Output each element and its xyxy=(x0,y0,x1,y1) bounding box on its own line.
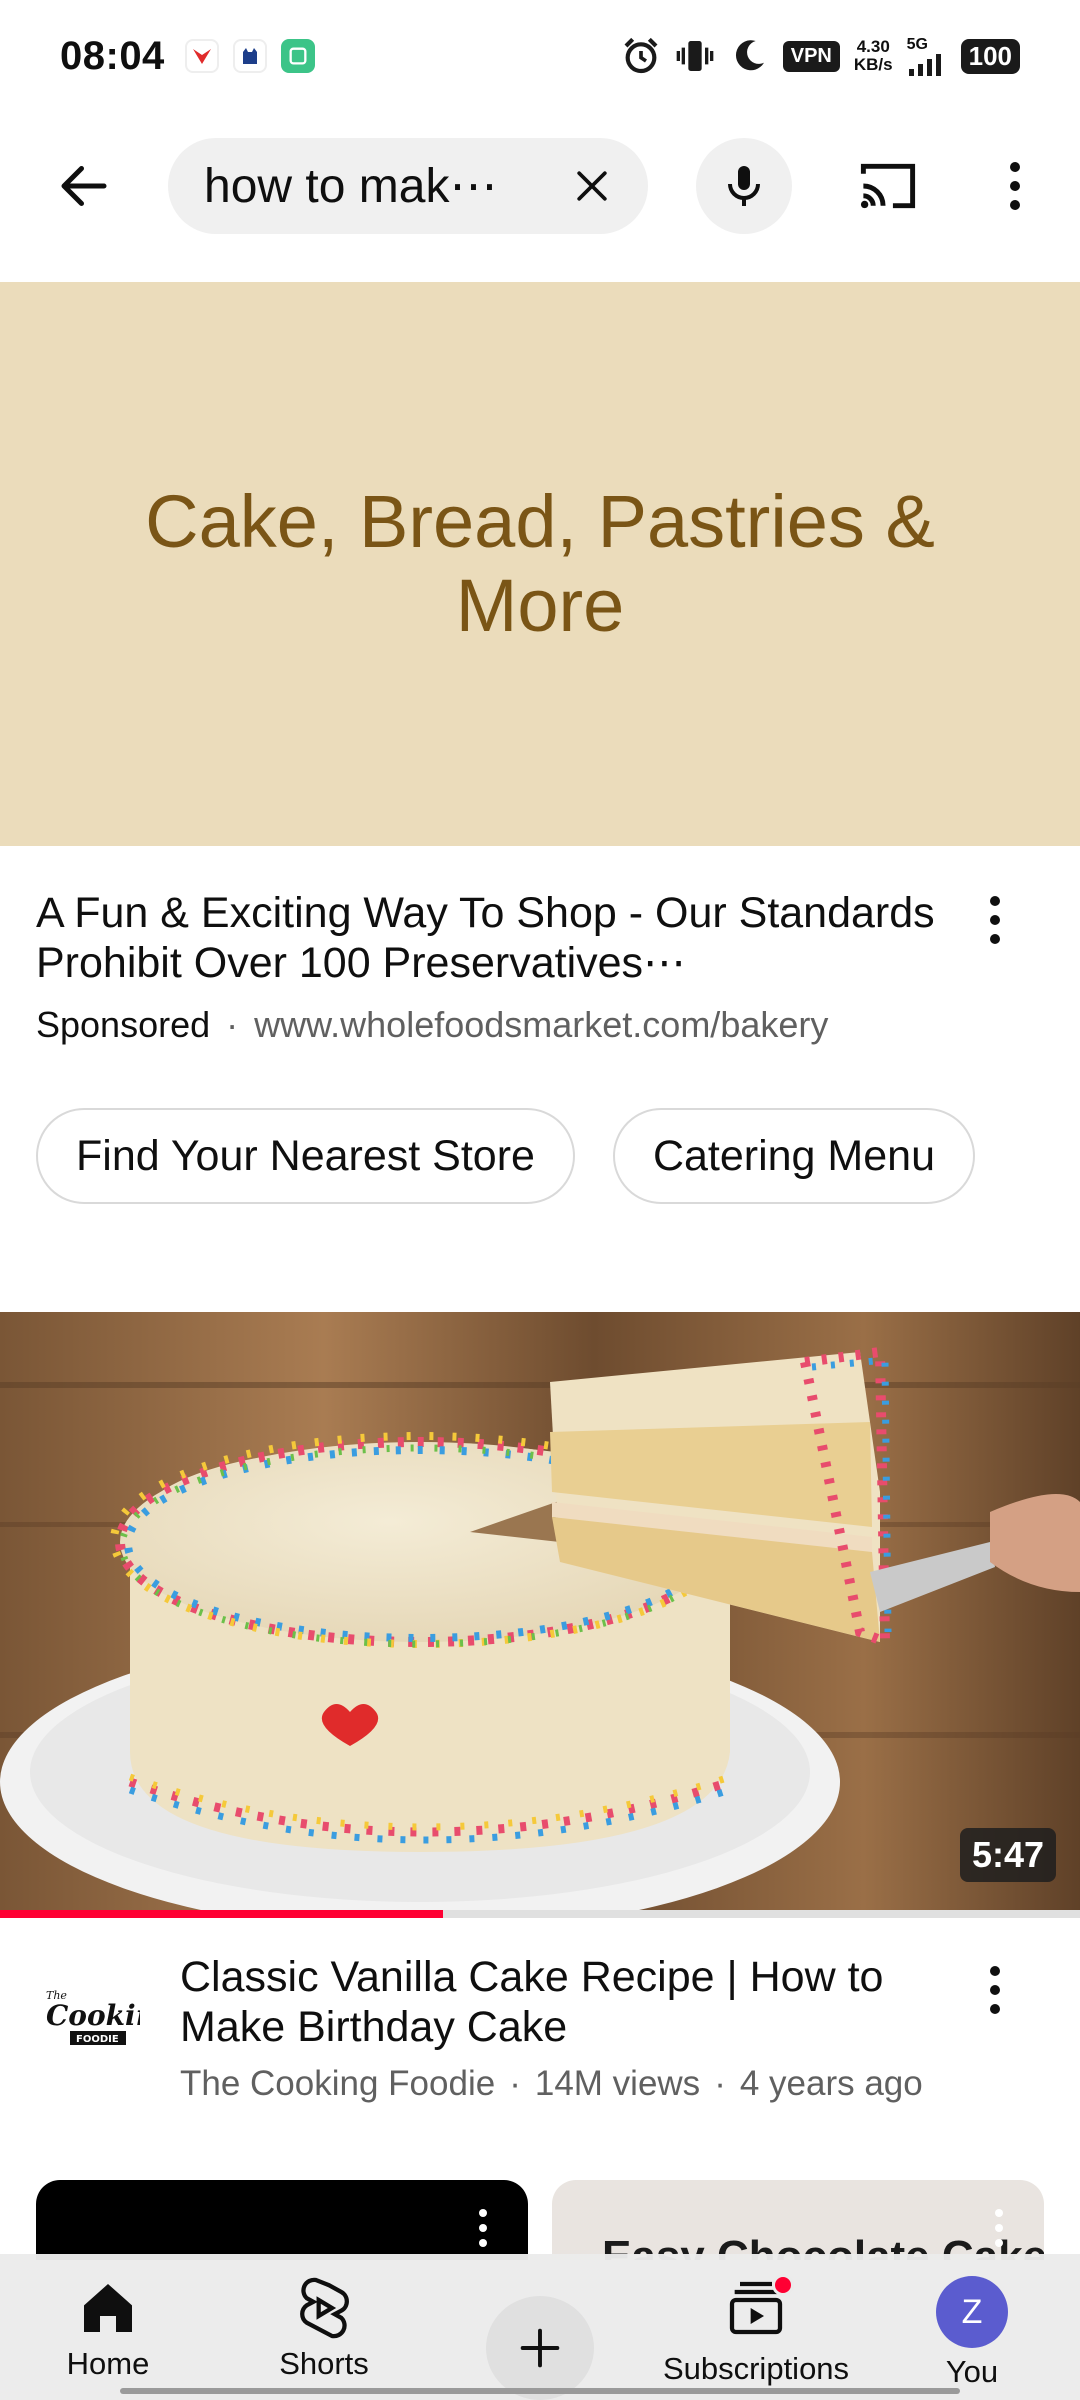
moon-icon xyxy=(735,40,764,71)
network-speed: 4.30 KB/s xyxy=(854,38,893,74)
sponsored-label: Sponsored xyxy=(36,1004,211,1045)
view-count: 14M views xyxy=(534,2064,701,2103)
alarm-icon xyxy=(624,37,658,74)
more-vert-icon xyxy=(990,1966,1000,2014)
cast-button[interactable] xyxy=(848,154,928,218)
gesture-handle[interactable] xyxy=(120,2388,960,2394)
status-bar: 08:04 VPN 4.30 KB/s 5G 100 xyxy=(0,0,1080,112)
home-icon xyxy=(84,2284,132,2332)
search-query[interactable]: how to mak⋯ xyxy=(204,158,497,214)
ad-action-chips: Find Your Nearest Store Catering Menu xyxy=(36,1108,975,1204)
nav-create[interactable] xyxy=(432,2254,648,2400)
video-duration-badge: 5:47 xyxy=(959,1828,1056,1882)
subscriptions-icon-wrap xyxy=(724,2274,794,2345)
clear-search-button[interactable] xyxy=(562,156,622,216)
nav-you[interactable]: Z You xyxy=(864,2254,1080,2400)
nav-subscriptions[interactable]: Subscriptions xyxy=(648,2254,864,2400)
new-content-dot xyxy=(772,2274,794,2296)
video-thumbnail[interactable]: 5:47 xyxy=(0,1312,1080,1912)
more-vert-icon xyxy=(1010,162,1020,210)
back-button[interactable] xyxy=(44,154,124,218)
video-meta: The Cooking Foodie · 14M views · 4 years… xyxy=(180,2064,923,2104)
nav-shorts[interactable]: Shorts xyxy=(216,2254,432,2400)
search-box[interactable]: how to mak⋯ xyxy=(168,138,648,234)
nav-label-shorts: Shorts xyxy=(279,2346,369,2381)
ad-more-button[interactable] xyxy=(970,890,1020,950)
net-speed-value: 4.30 xyxy=(856,37,890,56)
more-vert-icon[interactable] xyxy=(994,2208,1004,2248)
mic-icon xyxy=(728,166,760,206)
nav-home[interactable]: Home xyxy=(0,2254,216,2400)
battery-indicator: 100 xyxy=(960,38,1020,74)
create-plus-icon xyxy=(520,2328,560,2368)
short-card-right[interactable]: Easy Chocolate Cake xyxy=(552,2180,1044,2260)
nav-label-you: You xyxy=(945,2354,999,2389)
channel-name[interactable]: The Cooking Foodie xyxy=(180,2064,495,2104)
voice-search-button[interactable] xyxy=(696,138,792,234)
app-notification-icon xyxy=(184,39,219,73)
create-button[interactable] xyxy=(486,2296,594,2400)
vibrate-icon xyxy=(676,41,714,71)
back-arrow-icon xyxy=(61,166,107,206)
ad-meta: Sponsored · www.wholefoodsmarket.com/bak… xyxy=(36,1004,828,1046)
close-icon xyxy=(577,171,607,201)
short-card-left[interactable] xyxy=(36,2180,528,2260)
more-vert-icon xyxy=(990,896,1000,944)
more-options-button[interactable] xyxy=(990,154,1040,218)
cat-app-icon xyxy=(232,39,267,73)
status-indicators: VPN 4.30 KB/s 5G 100 xyxy=(621,36,1020,76)
upload-age: 4 years ago xyxy=(739,2064,923,2103)
green-app-icon xyxy=(280,39,315,73)
video-more-button[interactable] xyxy=(970,1960,1020,2020)
ad-banner-title: Cake, Bread, Pastries & More xyxy=(145,480,935,647)
nav-label-subscriptions: Subscriptions xyxy=(662,2351,850,2386)
find-nearest-store-button[interactable]: Find Your Nearest Store xyxy=(36,1108,575,1204)
logo-text-foodie: FOODIE xyxy=(76,2034,119,2045)
ad-url[interactable]: www.wholefoodsmarket.com/bakery xyxy=(254,1004,828,1046)
cast-icon xyxy=(860,163,916,209)
signal-indicator: 5G xyxy=(907,36,947,76)
catering-menu-button[interactable]: Catering Menu xyxy=(612,1108,975,1204)
shorts-icon xyxy=(300,2277,349,2339)
logo-text-cooking: Cooking xyxy=(46,1999,140,2032)
vpn-badge: VPN xyxy=(782,40,840,72)
signal-bars-icon xyxy=(908,54,941,76)
net-speed-unit: KB/s xyxy=(853,55,893,74)
ad-headline[interactable]: A Fun & Exciting Way To Shop - Our Stand… xyxy=(36,888,956,988)
bottom-navigation: Home Shorts Subscriptions Z You xyxy=(0,2254,1080,2400)
network-type: 5G xyxy=(906,36,928,53)
notification-icons xyxy=(184,39,315,73)
nav-label-home: Home xyxy=(66,2346,150,2381)
more-vert-icon[interactable] xyxy=(478,2208,488,2248)
meta-separator: · xyxy=(509,2064,521,2103)
status-time: 08:04 xyxy=(60,33,165,78)
watch-progress-bar xyxy=(0,1910,1080,1918)
channel-avatar[interactable]: The Cooking FOODIE xyxy=(36,1966,144,2074)
meta-separator: · xyxy=(226,1004,239,1045)
video-title[interactable]: Classic Vanilla Cake Recipe | How to Mak… xyxy=(180,1952,940,2052)
cooking-foodie-logo: The Cooking FOODIE xyxy=(46,1989,140,2045)
cake-thumbnail-image xyxy=(0,1312,1080,1912)
avatar: Z xyxy=(936,2276,1008,2348)
search-header: how to mak⋯ xyxy=(0,130,1080,242)
watch-progress-fill xyxy=(0,1910,443,1918)
meta-separator: · xyxy=(714,2064,726,2103)
ad-banner-image[interactable]: Cake, Bread, Pastries & More xyxy=(0,282,1080,846)
